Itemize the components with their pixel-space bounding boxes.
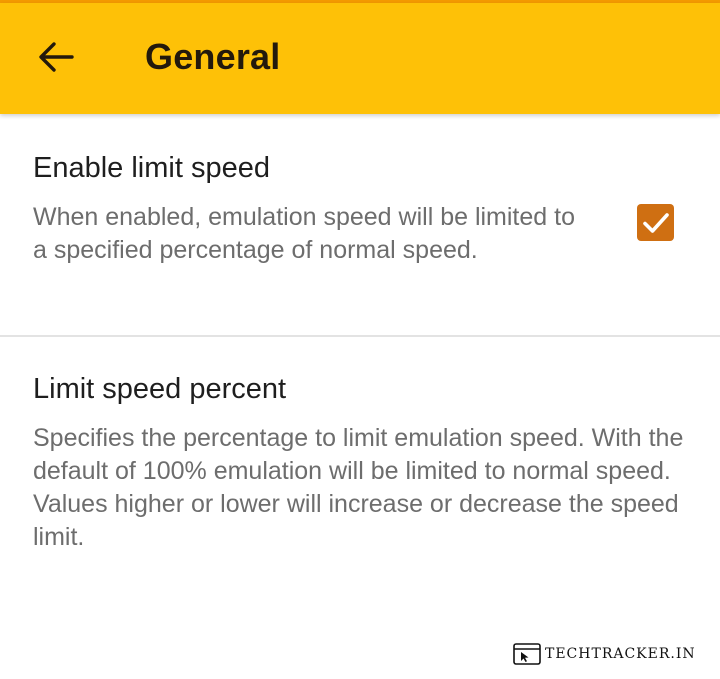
pref-limit-speed-percent[interactable]: Limit speed percent Specifies the percen…	[0, 337, 720, 567]
checkmark-icon	[642, 212, 669, 233]
arrow-left-icon	[39, 42, 74, 72]
enable-limit-speed-checkbox[interactable]	[637, 204, 674, 241]
browser-cursor-icon	[513, 643, 541, 665]
pref-enable-limit-speed[interactable]: Enable limit speed When enabled, emulati…	[0, 114, 720, 335]
pref-title: Enable limit speed	[33, 152, 270, 184]
pref-title: Limit speed percent	[33, 373, 287, 405]
back-button[interactable]	[22, 23, 90, 91]
watermark-text: TECHTRACKER.IN	[545, 646, 696, 662]
pref-summary: Specifies the percentage to limit emulat…	[33, 424, 684, 551]
watermark: TECHTRACKER.IN	[513, 643, 696, 665]
app-bar: General	[0, 3, 720, 114]
pref-summary: When enabled, emulation speed will be li…	[33, 203, 575, 264]
page-title: General	[145, 36, 281, 77]
